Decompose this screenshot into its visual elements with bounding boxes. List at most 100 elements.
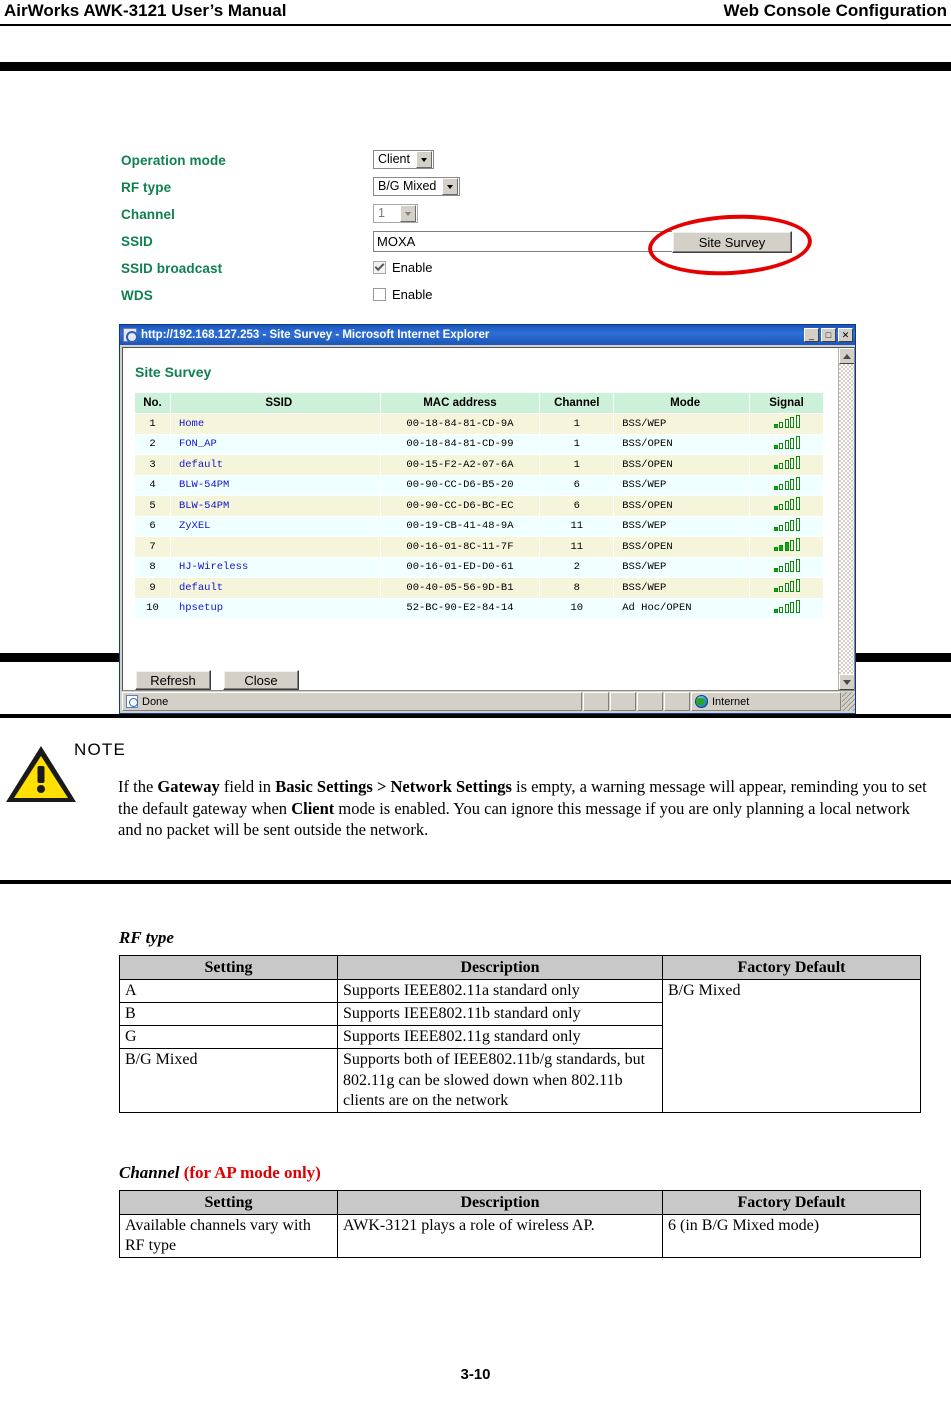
operation-mode-value: Client xyxy=(378,152,410,166)
cell-ssid[interactable]: BLW-54PM xyxy=(169,474,381,496)
resize-grip[interactable] xyxy=(842,692,855,711)
cell-channel: 1 xyxy=(539,454,615,476)
channel-section-title: Channel (for AP mode only) xyxy=(119,1163,321,1183)
wds-checkbox[interactable] xyxy=(373,288,386,301)
cell-setting: G xyxy=(119,1025,338,1050)
status-panel-3 xyxy=(637,692,663,711)
cell-ssid[interactable]: default xyxy=(169,454,381,476)
ssid-link[interactable]: default xyxy=(179,582,223,594)
chapter-title: Web Console Configuration xyxy=(723,1,947,20)
note-body: If the Gateway field in Basic Settings >… xyxy=(118,777,927,840)
page-number: 3-10 xyxy=(460,1366,491,1383)
channel-title-text: Channel xyxy=(119,1163,180,1182)
cell-no: 8 xyxy=(134,556,171,578)
cell-signal xyxy=(749,433,824,455)
site-survey-page: Site Survey No. SSID MAC address Channel… xyxy=(123,348,840,690)
ssid-link[interactable]: default xyxy=(179,459,223,471)
ssid-link[interactable]: BLW-54PM xyxy=(179,500,229,512)
cell-description: Supports IEEE802.11g standard only xyxy=(337,1025,663,1050)
cell-setting: A xyxy=(119,978,338,1004)
table-row: 7 00-16-01-8C-11-7F 11 BSS/OPEN xyxy=(134,536,824,558)
cell-ssid[interactable]: hpsetup xyxy=(169,597,381,619)
security-zone-text: Internet xyxy=(712,695,750,708)
cell-no: 5 xyxy=(134,495,171,517)
cell-ssid[interactable]: ZyXEL xyxy=(169,515,381,537)
status-panel-1 xyxy=(583,692,609,711)
rf-type-label: RF type xyxy=(121,180,172,195)
page-icon xyxy=(126,695,138,708)
window-title-bar[interactable]: http://192.168.127.253 - Site Survey - M… xyxy=(120,325,855,345)
ssid-link[interactable]: BLW-54PM xyxy=(179,479,229,491)
cell-signal xyxy=(749,536,824,558)
cell-no: 1 xyxy=(134,413,171,435)
ch-col-setting: Setting xyxy=(119,1190,338,1215)
cell-channel: 11 xyxy=(539,536,615,558)
cell-description: Supports both of IEEE802.11b/g standards… xyxy=(337,1048,663,1113)
cell-ssid xyxy=(169,536,381,558)
channel-select: 1 xyxy=(373,204,418,223)
vertical-scrollbar[interactable] xyxy=(838,348,854,690)
status-done-panel: Done xyxy=(122,692,582,711)
cell-channel: 2 xyxy=(539,556,615,578)
cell-signal xyxy=(749,495,824,517)
ssid-link[interactable]: HJ-Wireless xyxy=(179,561,248,573)
ssid-link[interactable]: hpsetup xyxy=(179,602,223,614)
scroll-up-icon[interactable] xyxy=(839,348,854,364)
table-row: 9 default 00-40-05-56-9D-B1 8 BSS/WEP xyxy=(134,577,824,599)
ssid-broadcast-checkbox[interactable] xyxy=(373,261,386,274)
cell-mode: BSS/WEP xyxy=(613,577,751,599)
cell-ssid[interactable]: FON_AP xyxy=(169,433,381,455)
cell-mac-address: 00-18-84-81-CD-9A xyxy=(379,413,541,435)
cell-channel: 11 xyxy=(539,515,615,537)
close-button[interactable]: Close xyxy=(223,670,299,690)
table-row: 6 ZyXEL 00-19-CB-41-48-9A 11 BSS/WEP xyxy=(134,515,824,537)
status-panel-4 xyxy=(664,692,690,711)
ssid-input[interactable] xyxy=(373,231,691,252)
channel-label: Channel xyxy=(121,207,175,222)
close-icon[interactable]: ✕ xyxy=(838,328,853,342)
ssid-link[interactable]: Home xyxy=(179,418,204,430)
table-row: 4 BLW-54PM 00-90-CC-D6-B5-20 6 BSS/WEP xyxy=(134,474,824,496)
refresh-button[interactable]: Refresh xyxy=(135,670,211,690)
cell-ssid[interactable]: default xyxy=(169,577,381,599)
table-row: 2 FON_AP 00-18-84-81-CD-99 1 BSS/OPEN xyxy=(134,433,824,455)
ssid-link[interactable]: FON_AP xyxy=(179,438,217,450)
security-zone-panel: Internet xyxy=(691,692,841,711)
signal-strength-icon xyxy=(773,497,800,511)
cell-factory-default: 6 (in B/G Mixed mode) xyxy=(662,1213,921,1259)
cell-mode: BSS/OPEN xyxy=(613,454,751,476)
cell-ssid[interactable]: HJ-Wireless xyxy=(169,556,381,578)
operation-mode-select[interactable]: Client xyxy=(373,150,434,169)
chevron-down-icon[interactable] xyxy=(442,178,459,195)
table-row: Available channels vary with RF type AWK-… xyxy=(119,1213,921,1259)
signal-strength-icon xyxy=(773,435,800,449)
form-row-wds: WDS Enable xyxy=(121,285,841,312)
site-survey-table: No. SSID MAC address Channel Mode Signal… xyxy=(134,392,824,619)
cell-no: 6 xyxy=(134,515,171,537)
table-row: 5 BLW-54PM 00-90-CC-D6-BC-EC 6 BSS/OPEN xyxy=(134,495,824,517)
cell-description: AWK-3121 plays a role of wireless AP. xyxy=(337,1213,663,1259)
rf-type-select[interactable]: B/G Mixed xyxy=(373,177,461,196)
minimize-icon[interactable]: _ xyxy=(804,328,819,342)
wds-label: WDS xyxy=(121,288,153,303)
cell-mode: BSS/WEP xyxy=(613,515,751,537)
rf-col-description: Description xyxy=(337,955,663,980)
header-divider xyxy=(0,24,951,26)
column-header-mac: MAC address xyxy=(379,392,541,414)
cell-no: 3 xyxy=(134,454,171,476)
cell-ssid[interactable]: BLW-54PM xyxy=(169,495,381,517)
ssid-broadcast-enable-text: Enable xyxy=(392,260,433,275)
cell-description: Supports IEEE802.11a standard only xyxy=(337,978,663,1004)
maximize-icon[interactable]: □ xyxy=(821,328,836,342)
rf-col-factory-default: Factory Default xyxy=(662,955,921,980)
cell-signal xyxy=(749,597,824,619)
cell-setting: B/G Mixed xyxy=(119,1048,338,1113)
scroll-down-icon[interactable] xyxy=(839,674,854,690)
ch-col-factory-default: Factory Default xyxy=(662,1190,921,1215)
ssid-link[interactable]: ZyXEL xyxy=(179,520,211,532)
cell-ssid[interactable]: Home xyxy=(169,413,381,435)
chevron-down-icon[interactable] xyxy=(415,151,432,168)
status-text: Done xyxy=(142,695,169,708)
signal-strength-icon xyxy=(773,456,800,470)
status-panel-2 xyxy=(610,692,636,711)
